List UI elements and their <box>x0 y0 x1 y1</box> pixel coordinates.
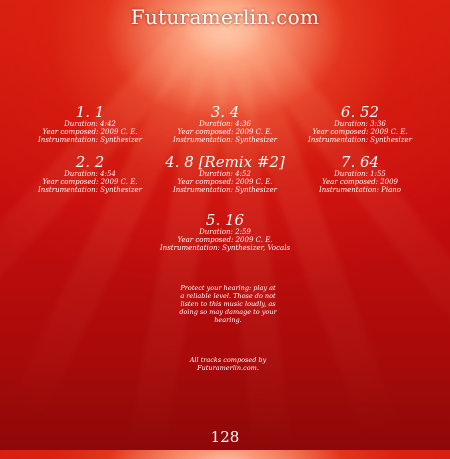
track-title: 5. 16 <box>205 211 245 229</box>
track-duration: Duration: 4:54 <box>64 170 116 178</box>
track-duration: Duration: 2:59 <box>199 228 251 236</box>
track-duration: Duration: 4:42 <box>64 120 116 128</box>
track-4: 4. 8 [Remix #2] Duration: 4:52 Year comp… <box>155 154 295 194</box>
track-duration: Duration: 3:36 <box>334 120 386 128</box>
track-year: Year composed: 2009 C. E. <box>42 128 138 136</box>
track-6: 6. 52 Duration: 3:36 Year composed: 2009… <box>290 104 430 144</box>
track-instrumentation: Instrumentation: Piano <box>318 186 401 194</box>
track-year: Year composed: 2009 <box>322 178 398 186</box>
track-year: Year composed: 2009 C. E. <box>177 178 273 186</box>
track-7: 7. 64 Duration: 1:55 Year composed: 2009… <box>290 154 430 194</box>
track-year: Year composed: 2009 C. E. <box>177 128 273 136</box>
track-instrumentation: Instrumentation: Synthesizer <box>308 136 412 144</box>
site-title: Futuramerlin.com <box>130 5 320 29</box>
track-title: 2. 2 <box>75 153 105 171</box>
composer-credit: All tracks composed by Futuramerlin.com. <box>189 356 267 372</box>
track-instrumentation: Instrumentation: Synthesizer <box>38 136 142 144</box>
track-title: 4. 8 [Remix #2] <box>165 153 285 171</box>
track-2: 2. 2 Duration: 4:54 Year composed: 2009 … <box>20 154 160 194</box>
track-5: 5. 16 Duration: 2:59 Year composed: 2009… <box>155 212 295 252</box>
track-instrumentation: Instrumentation: Synthesizer <box>173 136 277 144</box>
track-duration: Duration: 4:36 <box>199 120 251 128</box>
track-title: 6. 52 <box>340 103 380 121</box>
track-year: Year composed: 2009 C. E. <box>42 178 138 186</box>
track-instrumentation: Instrumentation: Synthesizer <box>38 186 142 194</box>
track-instrumentation: Instrumentation: Synthesizer <box>173 186 277 194</box>
track-year: Year composed: 2009 C. E. <box>312 128 408 136</box>
header: Futuramerlin.com <box>0 0 450 34</box>
track-title: 1. 1 <box>75 103 105 121</box>
track-title: 7. 64 <box>340 153 380 171</box>
hearing-notice: Protect your hearing: play at a reliable… <box>179 284 277 324</box>
track-3: 3. 4 Duration: 4:36 Year composed: 2009 … <box>155 104 295 144</box>
track-year: Year composed: 2009 C. E. <box>177 236 273 244</box>
track-1: 1. 1 Duration: 4:42 Year composed: 2009 … <box>20 104 160 144</box>
track-duration: Duration: 1:55 <box>334 170 386 178</box>
page-number: 128 <box>210 428 240 446</box>
track-title: 3. 4 <box>210 103 240 121</box>
track-duration: Duration: 4:52 <box>199 170 251 178</box>
track-instrumentation: Instrumentation: Synthesizer, Vocals <box>159 244 291 252</box>
